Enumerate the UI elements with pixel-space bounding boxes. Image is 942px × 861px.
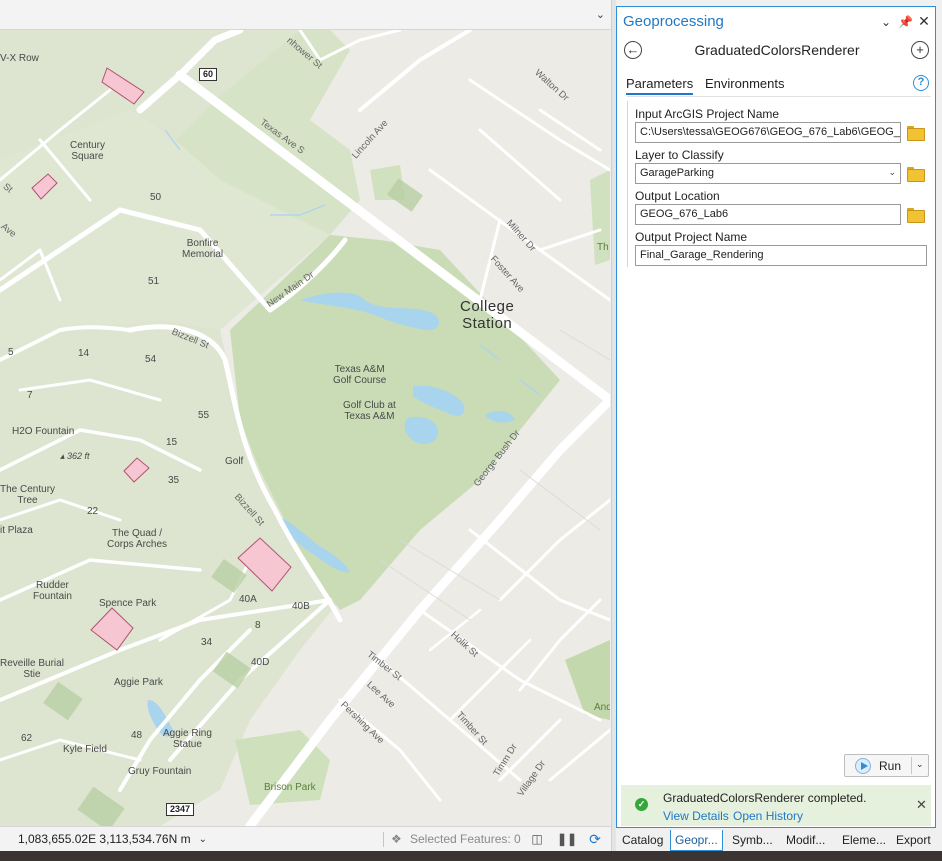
message-text: GraduatedColorsRenderer completed.: [663, 791, 867, 805]
divider: [627, 96, 931, 97]
output-location-input[interactable]: GEOG_676_Lab6: [635, 204, 901, 225]
poi-label: Golf Club at Texas A&M: [343, 400, 396, 422]
highway-shield: 60: [199, 68, 218, 81]
poi-label: Texas A&M Golf Course: [333, 364, 387, 386]
poi-label: H2O Fountain: [12, 426, 75, 437]
poi-label: The Century Tree: [0, 484, 56, 506]
building-number: 40D: [251, 657, 270, 668]
divider: [911, 757, 912, 774]
city-label: College Station: [460, 298, 514, 332]
building-number: 40A: [239, 594, 257, 605]
layer-select[interactable]: GarageParking ⌄: [635, 163, 901, 184]
close-icon[interactable]: ✕: [917, 13, 931, 30]
tab-environments[interactable]: Environments: [705, 76, 784, 91]
park-label: Brison Park: [264, 782, 316, 793]
coordinates-readout: 1,083,655.02E 3,113,534.76N m: [18, 832, 191, 846]
open-history-link[interactable]: Open History: [733, 809, 803, 823]
run-button[interactable]: Run ⌄: [844, 754, 929, 777]
building-number: 34: [201, 637, 213, 648]
tab-export[interactable]: Export: [892, 830, 935, 851]
map-view-header: ⌄: [0, 0, 611, 30]
city-label-line: College: [460, 298, 515, 315]
chevron-down-icon[interactable]: ⌄: [888, 167, 896, 178]
tab-geoprocessing[interactable]: Geopr...: [670, 830, 723, 851]
poi-label: Bonfire Memorial: [182, 238, 224, 260]
tab-catalog[interactable]: Catalog: [618, 830, 667, 851]
building-number: 14: [78, 348, 90, 359]
param-label: Input ArcGIS Project Name: [635, 107, 780, 121]
pause-drawing-icon[interactable]: ❚❚: [557, 831, 577, 847]
poi-label: Century Square: [70, 140, 106, 162]
building-number: 54: [145, 354, 157, 365]
poi-label: Golf: [225, 456, 244, 467]
poi-label: The Quad / Corps Arches: [107, 528, 168, 550]
refresh-icon[interactable]: ⟳: [587, 831, 603, 847]
close-icon[interactable]: ✕: [916, 797, 927, 813]
building-number: 55: [198, 410, 210, 421]
status-message: ✓ GraduatedColorsRenderer completed. Vie…: [621, 785, 931, 826]
pin-icon[interactable]: 📌: [898, 15, 913, 29]
chevron-down-icon[interactable]: ⌄: [916, 759, 924, 770]
building-number: 50: [150, 192, 162, 203]
view-details-link[interactable]: View Details: [663, 809, 729, 823]
selected-features-count: Selected Features: 0: [410, 832, 521, 846]
building-number: 15: [166, 437, 178, 448]
building-number: 35: [168, 475, 180, 486]
park-label: Th: [597, 242, 609, 253]
help-icon[interactable]: ?: [913, 75, 929, 91]
building-number: 62: [21, 733, 33, 744]
tab-modify[interactable]: Modif...: [782, 830, 829, 851]
building-number: 22: [87, 506, 99, 517]
map-canvas[interactable]: 60 2347 College Station V-X Row Century S…: [0, 30, 610, 826]
play-icon: [855, 758, 871, 774]
divider: [627, 101, 628, 267]
poi-label: Reveille Burial Stie: [0, 658, 64, 680]
chevron-down-icon[interactable]: ⌄: [199, 834, 207, 845]
tool-name: GraduatedColorsRenderer: [694, 42, 860, 58]
param-label: Output Location: [635, 189, 720, 203]
building-number: 48: [131, 730, 143, 741]
folder-icon[interactable]: [907, 208, 925, 223]
tab-symbology[interactable]: Symb...: [728, 830, 777, 851]
tab-parameters[interactable]: Parameters: [626, 76, 694, 95]
chevron-down-icon[interactable]: ⌄: [879, 15, 893, 29]
tab-elements[interactable]: Eleme...: [838, 830, 890, 851]
poi-label: V-X Row: [0, 53, 39, 64]
building-number: 40B: [292, 601, 310, 612]
poi-label: Aggie Ring Statue: [163, 728, 212, 750]
folder-icon[interactable]: [907, 126, 925, 141]
poi-label: Aggie Park: [114, 677, 163, 688]
chevron-down-icon[interactable]: ⌄: [596, 8, 605, 21]
check-circle-icon: ✓: [635, 798, 648, 811]
building-number: 5: [8, 347, 14, 358]
building-number: 51: [148, 276, 160, 287]
city-label-line: Station: [462, 315, 513, 332]
highway-shield: 2347: [166, 803, 195, 816]
poi-label: Kyle Field: [63, 744, 107, 755]
poi-label: it Plaza: [0, 525, 33, 536]
building-number: 7: [27, 390, 33, 401]
pane-title: Geoprocessing: [623, 13, 724, 30]
layer-select-value: GarageParking: [640, 167, 714, 179]
refresh-selection-icon[interactable]: ◫: [529, 831, 545, 847]
elevation-label: ▴ 362 ft: [60, 451, 90, 461]
project-path-input[interactable]: C:\Users\tessa\GEOG676\GEOG_676_Lab6\GEO…: [635, 122, 901, 143]
run-label: Run: [879, 759, 902, 773]
geoprocessing-pane: Geoprocessing ⌄ 📌 ✕ ← GraduatedColorsRen…: [616, 6, 936, 828]
divider: [383, 832, 384, 847]
pane-tab-strip: Catalog Geopr... Symb... Modif... Eleme.…: [616, 830, 942, 851]
taskbar-edge: [0, 851, 942, 861]
poi-label: Rudder Fountain: [33, 580, 72, 602]
add-icon[interactable]: +: [911, 41, 929, 59]
park-label: And: [594, 702, 610, 713]
poi-label: Gruy Fountain: [128, 766, 192, 777]
param-label: Layer to Classify: [635, 148, 724, 162]
poi-label: Spence Park: [99, 598, 157, 609]
building-number: 8: [255, 620, 261, 631]
map-status-bar: 1,083,655.02E 3,113,534.76N m ⌄ ❖ Select…: [0, 826, 611, 851]
output-project-name-input[interactable]: Final_Garage_Rendering: [635, 245, 927, 266]
selection-icon: ❖: [391, 832, 402, 846]
folder-icon[interactable]: [907, 167, 925, 182]
param-label: Output Project Name: [635, 230, 748, 244]
